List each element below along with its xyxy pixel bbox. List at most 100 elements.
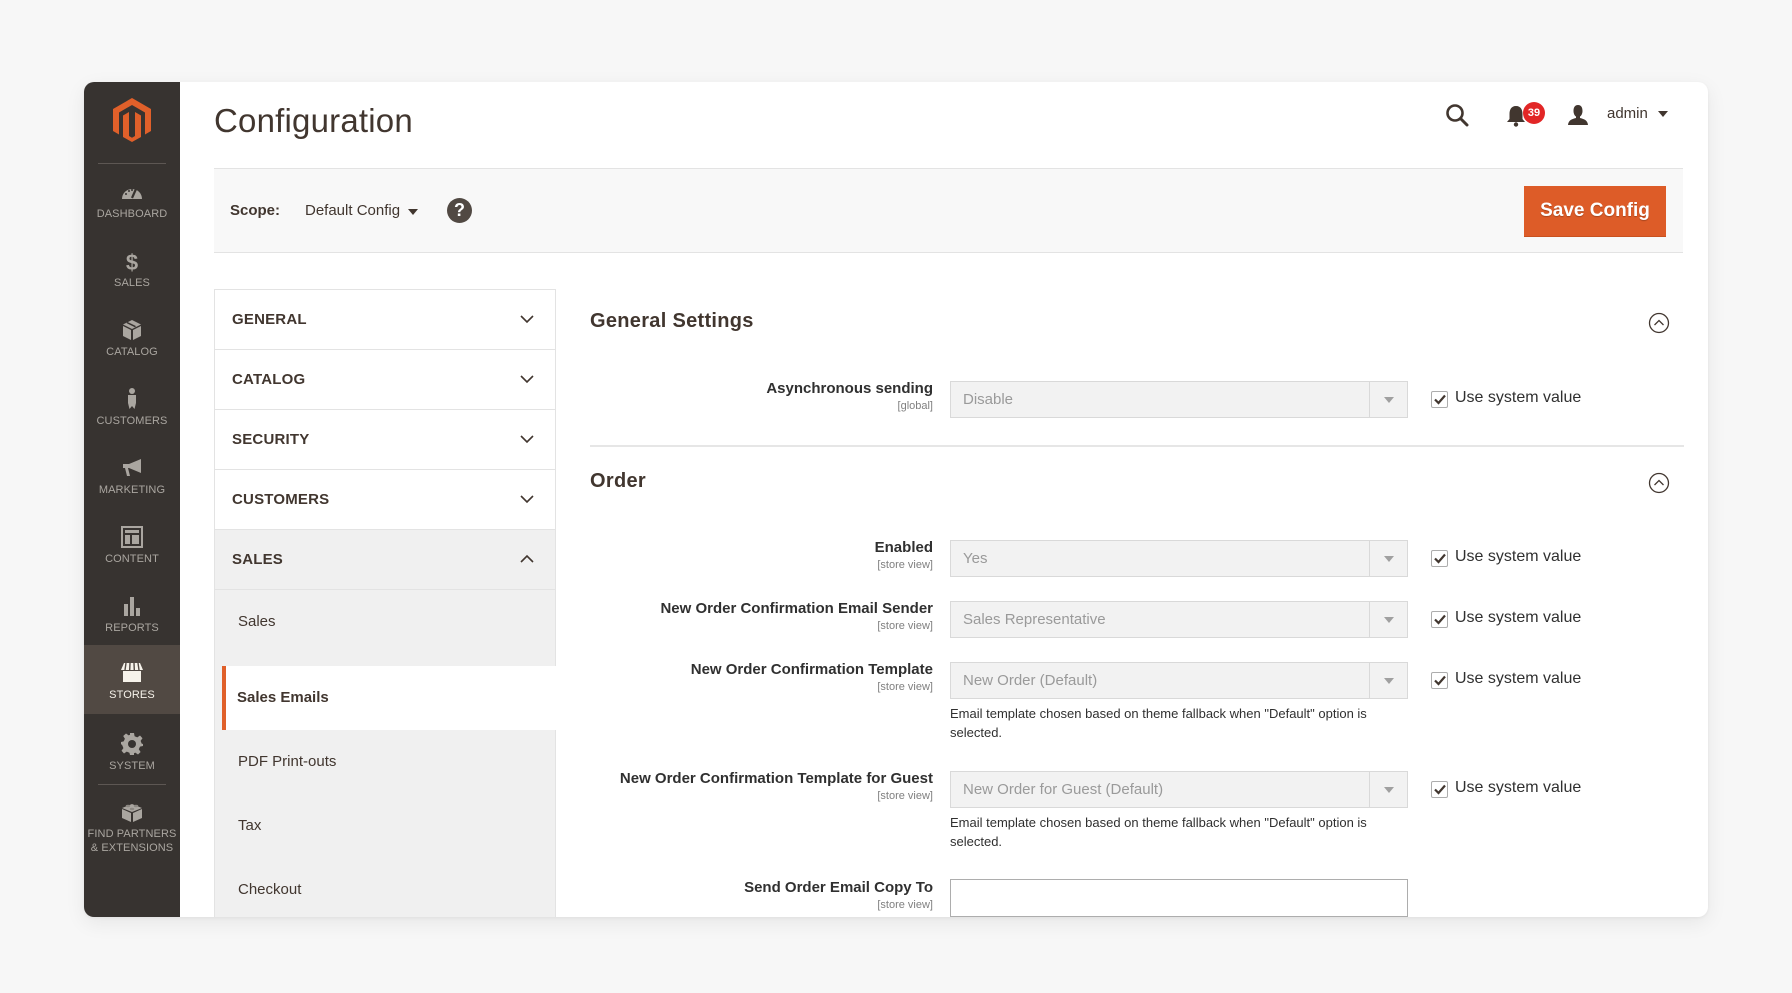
menu-item-system[interactable]: SYSTEM [84, 722, 180, 791]
layout-icon [121, 526, 143, 548]
menu-item-label: SALES [114, 277, 150, 289]
checkbox-label: Use system value [1455, 670, 1582, 687]
email-sender-select[interactable]: Sales Representative [950, 601, 1408, 638]
tab-label: SECURITY [232, 431, 310, 448]
chevron-down-icon [520, 435, 534, 444]
field-label: Send Order Email Copy To [744, 879, 933, 896]
notifications-badge[interactable]: 39 [1523, 102, 1545, 124]
chevron-down-icon[interactable] [1369, 382, 1407, 417]
menu-item-marketing[interactable]: MARKETING [84, 446, 180, 515]
user-icon[interactable] [1567, 104, 1589, 126]
dashboard-icon [122, 188, 142, 199]
save-config-button[interactable]: Save Config [1524, 186, 1666, 237]
menu-item-label: FIND PARTNERS & EXTENSIONS [84, 827, 180, 855]
menu-item-label-line2: & EXTENSIONS [90, 842, 174, 854]
scope-switcher[interactable]: Default Config [305, 202, 400, 219]
field-label: Enabled [874, 539, 933, 556]
menu-item-label: MARKETING [98, 484, 166, 496]
section-title-general-settings[interactable]: General Settings [590, 310, 754, 333]
menu-item-label: DASHBOARD [96, 208, 168, 220]
checkbox[interactable] [1431, 611, 1448, 628]
menu-item-customers[interactable]: CUSTOMERS [84, 377, 180, 446]
asynchronous-sending-select[interactable]: Disable [950, 381, 1408, 418]
help-icon[interactable]: ? [447, 198, 472, 223]
subitem-sales-emails[interactable]: Sales Emails [222, 666, 572, 730]
checkbox[interactable] [1431, 550, 1448, 567]
tab-general[interactable]: GENERAL [214, 289, 556, 349]
select-value: New Order (Default) [963, 672, 1098, 689]
chevron-down-icon [520, 375, 534, 384]
menu-item-dashboard[interactable]: DASHBOARD [84, 170, 180, 239]
scope-bar: Scope: Default Config ? Save Config [214, 168, 1683, 253]
field-label: New Order Confirmation Template [690, 661, 933, 678]
menu-item-label: SYSTEM [109, 760, 155, 772]
select-value: New Order for Guest (Default) [963, 781, 1164, 798]
tab-customers[interactable]: CUSTOMERS [214, 469, 556, 529]
menu-item-label-line1: FIND PARTNERS [87, 828, 177, 840]
chevron-down-icon [520, 315, 534, 324]
checkmark-icon [1434, 784, 1446, 795]
menu-item-sales[interactable]: $ SALES [84, 239, 180, 308]
order-template-select[interactable]: New Order (Default) [950, 662, 1408, 699]
subitem-checkout[interactable]: Checkout [215, 858, 557, 917]
collapse-section-icon[interactable] [1648, 312, 1670, 334]
checkbox[interactable] [1431, 672, 1448, 689]
bar-chart-icon [124, 597, 140, 616]
chevron-down-icon [520, 495, 534, 504]
menu-item-content[interactable]: CONTENT [84, 515, 180, 584]
subitem-label: Checkout [238, 881, 302, 898]
svg-text:$: $ [126, 250, 138, 273]
collapse-section-icon[interactable] [1648, 472, 1670, 494]
send-order-email-copy-to-input[interactable] [950, 879, 1408, 917]
subitem-pdf-printouts[interactable]: PDF Print-outs [215, 730, 557, 794]
menu-item-label: CONTENT [105, 553, 159, 565]
chevron-down-icon[interactable] [1369, 602, 1407, 637]
tab-catalog[interactable]: CATALOG [214, 349, 556, 409]
subitem-label: Tax [238, 817, 262, 834]
tab-security[interactable]: SECURITY [214, 409, 556, 469]
scope-label: Scope: [230, 202, 281, 219]
menu-item-catalog[interactable]: CATALOG [84, 308, 180, 377]
field-label: New Order Confirmation Email Sender [660, 600, 933, 617]
tab-label: SALES [232, 551, 284, 568]
subitem-label: PDF Print-outs [238, 753, 337, 770]
field-label: New Order Confirmation Template for Gues… [619, 770, 933, 787]
tab-label: CUSTOMERS [232, 491, 330, 508]
section-title-order[interactable]: Order [590, 470, 646, 493]
checkbox-label: Use system value [1455, 609, 1582, 626]
chevron-down-icon[interactable] [408, 209, 418, 215]
menu-item-reports[interactable]: REPORTS [84, 584, 180, 653]
chevron-down-icon[interactable] [1658, 111, 1668, 117]
field-note: Email template chosen based on theme fal… [950, 706, 1367, 740]
chevron-up-icon [520, 554, 534, 563]
dollar-icon: $ [126, 250, 138, 273]
select-value: Disable [963, 391, 1014, 408]
storefront-icon [121, 662, 143, 682]
lego-brick-icon [122, 804, 142, 822]
order-enabled-select[interactable]: Yes [950, 540, 1408, 577]
chevron-down-icon[interactable] [1369, 663, 1407, 698]
search-icon[interactable] [1445, 103, 1470, 127]
chevron-down-icon[interactable] [1369, 772, 1407, 807]
checkmark-icon [1434, 394, 1446, 405]
menu-item-find-partners[interactable]: FIND PARTNERS & EXTENSIONS [84, 790, 180, 868]
guest-template-select[interactable]: New Order for Guest (Default) [950, 771, 1408, 808]
menu-item-label: STORES [109, 689, 155, 701]
subitem-sales[interactable]: Sales [215, 590, 557, 654]
admin-user-menu[interactable]: admin [1607, 105, 1648, 122]
field-scope: [store view] [877, 681, 933, 693]
magento-logo-icon[interactable] [108, 96, 156, 144]
person-icon [128, 388, 136, 409]
subitem-label: Sales Emails [237, 689, 329, 706]
menu-divider [98, 163, 166, 164]
subitem-tax[interactable]: Tax [215, 794, 557, 858]
menu-item-stores[interactable]: STORES [84, 645, 180, 714]
checkmark-icon [1434, 553, 1446, 564]
field-scope: [store view] [877, 790, 933, 802]
checkbox[interactable] [1431, 781, 1448, 798]
tab-sales[interactable]: SALES [214, 529, 556, 589]
checkbox[interactable] [1431, 391, 1448, 408]
subitem-label: Sales [238, 613, 276, 630]
chevron-down-icon[interactable] [1369, 541, 1407, 576]
field-label: Asynchronous sending [766, 380, 933, 397]
